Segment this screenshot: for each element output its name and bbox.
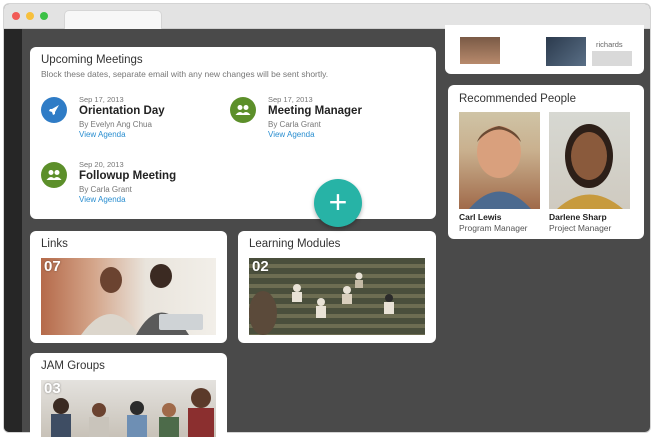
links-card[interactable]: Links 07 xyxy=(30,231,227,343)
person-silhouette-icon xyxy=(469,126,531,209)
rocket-icon xyxy=(41,97,67,123)
side-strip xyxy=(4,29,22,432)
meeting-item: Sep 17, 2013 Orientation Day By Evelyn A… xyxy=(41,95,221,139)
person-name[interactable]: Carl Lewis xyxy=(459,212,502,222)
person-role: Project Manager xyxy=(549,223,612,233)
meeting-organizer: By Carla Grant xyxy=(79,185,132,194)
meeting-name: Followup Meeting xyxy=(79,170,177,182)
browser-tab[interactable] xyxy=(64,10,162,29)
person-photo[interactable] xyxy=(546,37,586,66)
meeting-organizer: By Evelyn Ang Chua xyxy=(79,120,152,129)
links-title: Links xyxy=(41,238,68,250)
group-icon xyxy=(41,162,67,188)
upcoming-meetings-subtitle: Block these dates, separate email with a… xyxy=(41,69,329,79)
close-window-button[interactable] xyxy=(12,12,20,20)
view-agenda-link[interactable]: View Agenda xyxy=(79,195,126,204)
meeting-organizer: By Carla Grant xyxy=(268,120,321,129)
learning-modules-title: Learning Modules xyxy=(249,238,341,250)
learning-modules-image[interactable]: 02 xyxy=(249,258,425,335)
minimize-window-button[interactable] xyxy=(26,12,34,20)
meeting-name: Meeting Manager xyxy=(268,105,362,117)
partial-person-label: richards xyxy=(596,40,623,49)
group-icon xyxy=(230,97,256,123)
meeting-date: Sep 17, 2013 xyxy=(268,95,313,104)
person-role: Program Manager xyxy=(459,223,528,233)
person-name[interactable]: Darlene Sharp xyxy=(549,212,607,222)
recommended-people-title: Recommended People xyxy=(459,93,576,105)
upcoming-meetings-title: Upcoming Meetings xyxy=(41,54,143,66)
group-photo-icon xyxy=(51,388,214,437)
view-agenda-link[interactable]: View Agenda xyxy=(268,130,315,139)
meeting-name: Orientation Day xyxy=(79,105,165,117)
learning-modules-count: 02 xyxy=(252,258,269,275)
jam-groups-image[interactable]: 03 xyxy=(41,380,216,437)
meeting-date: Sep 17, 2013 xyxy=(79,95,124,104)
links-count: 07 xyxy=(44,258,61,275)
links-image[interactable]: 07 xyxy=(41,258,216,335)
learning-modules-card[interactable]: Learning Modules 02 xyxy=(238,231,436,343)
people-photo-icon xyxy=(81,264,203,335)
classroom-photo-icon xyxy=(249,272,394,335)
meeting-date: Sep 20, 2013 xyxy=(79,160,124,169)
jam-groups-title: JAM Groups xyxy=(41,360,105,372)
person-photo-carl-lewis[interactable] xyxy=(459,112,540,209)
recommended-people-card: Recommended People Carl Lewis Program Ma… xyxy=(448,85,644,239)
upcoming-meetings-card: Upcoming Meetings Block these dates, sep… xyxy=(30,47,436,219)
add-button[interactable]: + xyxy=(314,179,362,227)
person-photo[interactable] xyxy=(460,37,500,64)
person-silhouette-icon xyxy=(557,124,623,209)
person-photo[interactable] xyxy=(592,51,632,66)
person-photo-darlene-sharp[interactable] xyxy=(549,112,630,209)
meeting-item: Sep 20, 2013 Followup Meeting By Carla G… xyxy=(41,160,221,204)
maximize-window-button[interactable] xyxy=(40,12,48,20)
view-agenda-link[interactable]: View Agenda xyxy=(79,130,126,139)
jam-groups-count: 03 xyxy=(44,380,61,397)
jam-groups-card[interactable]: JAM Groups 03 xyxy=(30,353,227,437)
meeting-item: Sep 17, 2013 Meeting Manager By Carla Gr… xyxy=(230,95,410,139)
people-strip-card: richards xyxy=(445,25,644,74)
